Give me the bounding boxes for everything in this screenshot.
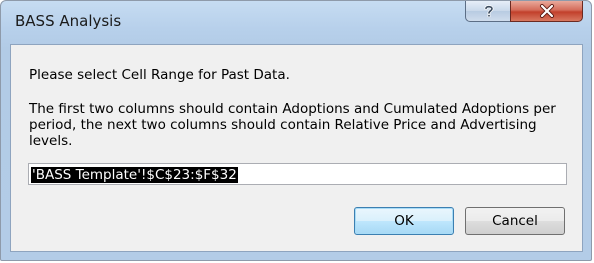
help-button[interactable] bbox=[465, 1, 511, 22]
range-selected-text[interactable]: 'BASS Template'!$C$23:$F$32 bbox=[31, 167, 238, 183]
title-bar[interactable]: BASS Analysis bbox=[1, 1, 591, 45]
prompt-label: Please select Cell Range for Past Data. bbox=[29, 67, 290, 83]
question-icon bbox=[481, 3, 497, 19]
bass-analysis-dialog: BASS Analysis Please select Cell Range f… bbox=[0, 0, 592, 261]
cell-range-input[interactable]: 'BASS Template'!$C$23:$F$32 bbox=[28, 163, 567, 185]
dialog-body: Please select Cell Range for Past Data. … bbox=[10, 44, 583, 252]
window-title: BASS Analysis bbox=[15, 12, 122, 30]
instructions-label: The first two columns should contain Ado… bbox=[29, 101, 556, 149]
cancel-button[interactable]: Cancel bbox=[465, 207, 565, 235]
ok-button[interactable]: OK bbox=[354, 207, 454, 235]
close-button[interactable] bbox=[510, 1, 583, 22]
close-x-icon bbox=[539, 4, 555, 18]
